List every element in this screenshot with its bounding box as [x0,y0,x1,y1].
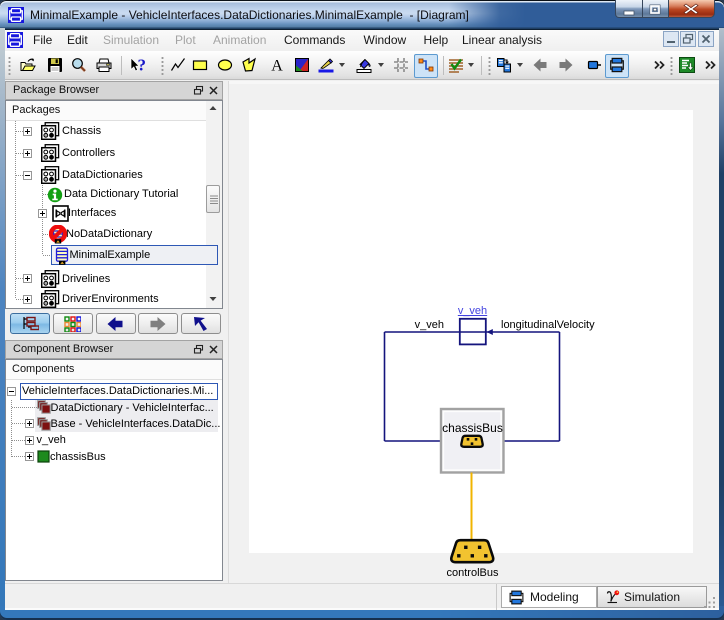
svg-text:A: A [271,58,283,74]
svg-text:?: ? [138,57,147,73]
